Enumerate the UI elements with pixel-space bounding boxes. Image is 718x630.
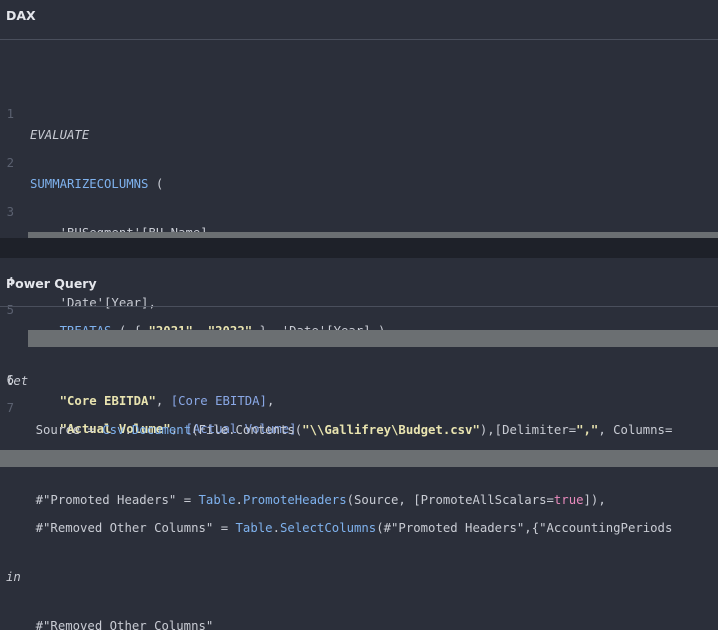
panel-divider [0, 238, 718, 258]
code-text: in [6, 570, 21, 584]
power-query-editor[interactable]: let Source = Csv.Document(File.Contents(… [0, 322, 718, 630]
dax-panel-title: DAX [6, 8, 36, 23]
line-number: 2 [6, 156, 14, 170]
dax-line-3[interactable]: 3 'BUSegment'[BU Name], [0, 181, 718, 240]
power-query-header-divider [0, 306, 718, 307]
code-token: SelectColumns [279, 521, 377, 535]
pq-line-3[interactable]: #"Promoted Headers" = Table.PromoteHeade… [0, 448, 718, 507]
code-token: ,{"AccountingPeriods [524, 521, 673, 535]
code-text: Source = Csv.Document(File.Contents("\\G… [6, 420, 673, 441]
power-query-panel-title: Power Query [6, 276, 97, 291]
pq-line-6[interactable]: #"Removed Other Columns" [0, 595, 718, 630]
dax-line-1[interactable]: 1 EVALUATE [0, 83, 718, 142]
dax-header-divider [0, 39, 718, 40]
code-token: , Columns= [598, 423, 673, 437]
code-token: Table [235, 521, 273, 535]
line-number: 1 [6, 107, 14, 121]
code-token: #"Removed Other Columns" [35, 521, 214, 535]
code-text: #"Removed Other Columns" [6, 619, 214, 630]
code-token: . [272, 521, 280, 535]
line-number: 3 [6, 205, 14, 219]
pq-line-2[interactable]: Source = Csv.Document(File.Contents("\\G… [0, 399, 718, 437]
code-text: let [6, 374, 29, 388]
code-token: ( [376, 521, 384, 535]
code-token: Csv [102, 423, 125, 437]
pq-line-1[interactable]: let [0, 350, 718, 388]
code-token: "," [576, 423, 599, 437]
line-number: 5 [6, 303, 14, 317]
code-token: (File.Contents( [191, 423, 303, 437]
code-token: Source = [6, 423, 103, 437]
code-token: #"Promoted Headers" [383, 521, 525, 535]
code-token: ),[Delimiter= [479, 423, 577, 437]
pq-line-5[interactable]: in [0, 546, 718, 584]
dax-line-5[interactable]: 5 TREATAS ( { "2021", "2022" }, 'Date'[Y… [0, 279, 718, 338]
code-token: = [213, 521, 236, 535]
code-token: Document [131, 423, 192, 437]
code-text: #"Removed Other Columns" = Table.SelectC… [6, 518, 673, 539]
line-highlight [0, 450, 718, 467]
dax-line-2[interactable]: 2 SUMMARIZECOLUMNS ( [0, 132, 718, 191]
code-token: . [124, 423, 132, 437]
code-token: "\\Gallifrey\Budget.csv" [302, 423, 480, 437]
pq-line-4[interactable]: #"Removed Other Columns" = Table.SelectC… [0, 497, 718, 535]
